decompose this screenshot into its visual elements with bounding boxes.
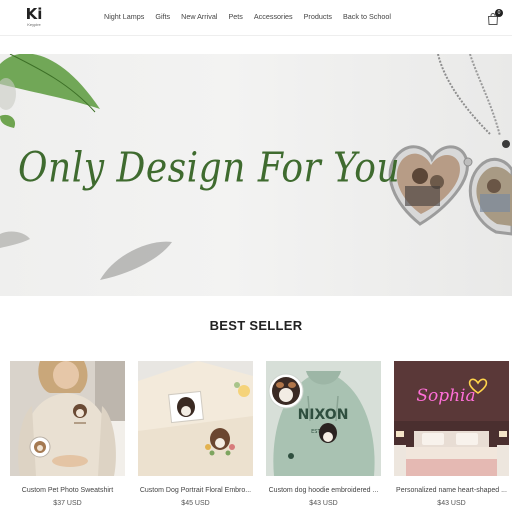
product-price: $45 USD — [181, 500, 210, 507]
logo-mark: Ki — [25, 5, 43, 23]
product-card-pet-sweatshirt[interactable]: Custom Pet Photo Sweatshirt $37 USD — [10, 361, 125, 508]
nav-item-accessories[interactable]: Accessories — [254, 11, 293, 23]
product-price: $43 USD — [309, 500, 338, 507]
main-nav: Night Lamps Gifts New Arrival Pets Acces… — [104, 11, 402, 23]
product-price: $43 USD — [437, 500, 466, 507]
cart-count-badge: 0 — [495, 9, 503, 17]
product-name[interactable]: Custom Pet Photo Sweatshirt — [10, 486, 125, 495]
nav-item-back-to-school[interactable]: Back to School — [343, 11, 391, 23]
hoodie-photo: NIXON EST 2023 — [266, 361, 381, 476]
nav-item-pets[interactable]: Pets — [229, 11, 243, 23]
product-card-neon-heart-name[interactable]: Sophia Personalized name heart-shaped ..… — [394, 361, 509, 508]
nav-item-new-arrival[interactable]: New Arrival — [181, 11, 217, 23]
neon-sign-text: Sophia — [416, 386, 475, 406]
sweatshirt-photo — [10, 361, 125, 476]
product-image[interactable]: NIXON EST 2023 — [266, 361, 381, 476]
site-header: Ki Keypire Night Lamps Gifts New Arrival… — [0, 0, 512, 36]
nav-item-products[interactable]: Products — [304, 11, 332, 23]
product-price: $37 USD — [53, 500, 82, 507]
hero-banner[interactable]: Only Design For You — [0, 54, 512, 296]
product-image[interactable] — [10, 361, 125, 476]
product-grid: Custom Pet Photo Sweatshirt $37 USD Cust… — [10, 361, 510, 512]
product-name[interactable]: Custom Dog Portrait Floral Embro... — [138, 486, 253, 495]
product-card-dog-portrait-floral[interactable]: Custom Dog Portrait Floral Embro... $45 … — [138, 361, 253, 508]
product-name[interactable]: Custom dog hoodie embroidered ... — [266, 486, 381, 495]
product-image[interactable]: Sophia — [394, 361, 509, 476]
cart-button[interactable]: 0 — [486, 9, 503, 26]
neon-sign-photo: Sophia — [394, 361, 509, 476]
nav-item-gifts[interactable]: Gifts — [155, 11, 170, 23]
section-title-best-seller: BEST SELLER — [209, 318, 303, 333]
brand-logo[interactable]: Ki Keypire — [24, 6, 44, 30]
hoodie-embroidery-name: NIXON — [298, 407, 349, 423]
floral-embroidery-photo — [138, 361, 253, 476]
product-card-dog-hoodie[interactable]: NIXON EST 2023 Custom dog hoodie embroid… — [266, 361, 381, 508]
nav-item-night-lamps[interactable]: Night Lamps — [104, 11, 144, 23]
hero-headline: Only Design For You — [18, 144, 401, 193]
product-image[interactable] — [138, 361, 253, 476]
product-name[interactable]: Personalized name heart-shaped ... — [394, 486, 509, 495]
